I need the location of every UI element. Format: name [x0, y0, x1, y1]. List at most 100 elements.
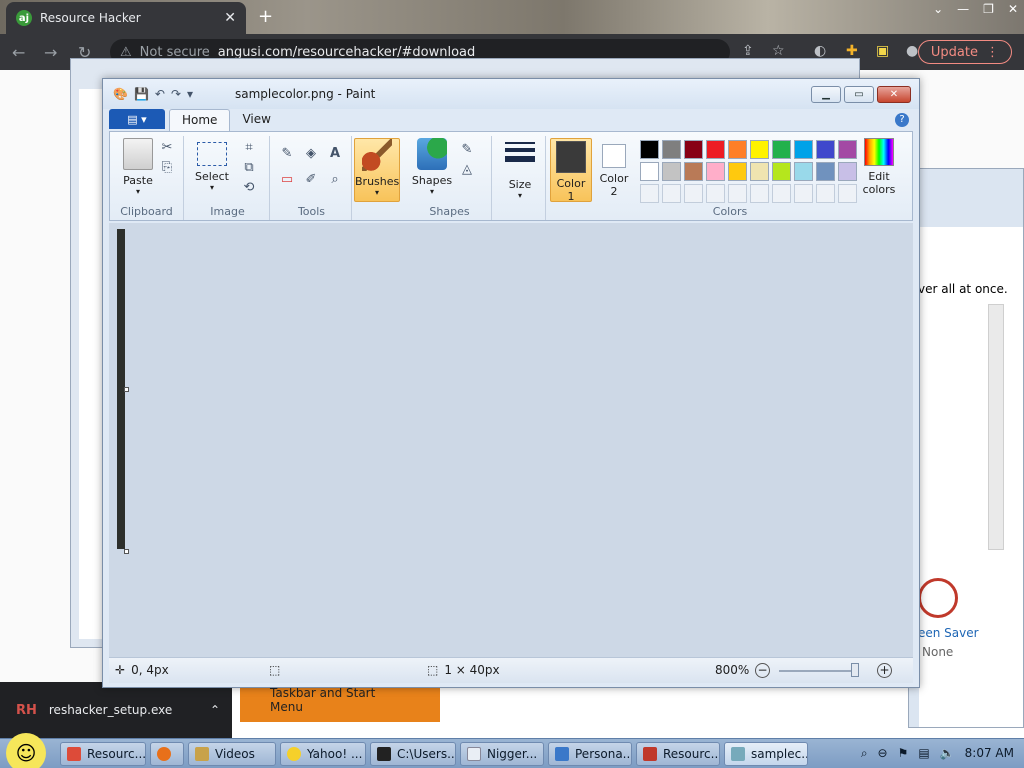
- palette-swatch[interactable]: [816, 162, 835, 181]
- forward-icon[interactable]: →: [44, 43, 57, 62]
- cut-icon[interactable]: ✂: [158, 138, 176, 156]
- select-button[interactable]: Select ▾: [190, 138, 234, 192]
- maximize-button[interactable]: ▭: [844, 86, 874, 103]
- palette-swatch[interactable]: [640, 140, 659, 159]
- clock[interactable]: 8:07 AM: [965, 746, 1014, 761]
- custom-color-slot[interactable]: [816, 184, 835, 203]
- zoom-in-button[interactable]: +: [877, 663, 892, 678]
- palette-swatch[interactable]: [662, 140, 681, 159]
- palette-swatch[interactable]: [684, 162, 703, 181]
- close-tab-icon[interactable]: ✕: [224, 10, 236, 26]
- share-icon[interactable]: ⇪: [742, 43, 754, 59]
- resize-icon[interactable]: ⧉: [240, 158, 258, 176]
- taskbar-item[interactable]: [150, 742, 184, 766]
- paint-menu-button[interactable]: ▤ ▾: [109, 109, 165, 129]
- custom-color-slot[interactable]: [662, 184, 681, 203]
- zoom-out-button[interactable]: −: [755, 663, 770, 678]
- paste-button[interactable]: Paste ▾: [116, 138, 160, 196]
- network-icon[interactable]: ▤: [918, 746, 929, 761]
- magnifier-icon[interactable]: ⌕: [326, 170, 344, 188]
- shapes-button[interactable]: Shapes ▾: [410, 138, 454, 196]
- taskbar-item[interactable]: Resourc...: [636, 742, 720, 766]
- taskbar-item[interactable]: Nigger...: [460, 742, 544, 766]
- restore-icon[interactable]: ❐: [983, 2, 994, 16]
- bookmark-star-icon[interactable]: ☆: [772, 43, 785, 59]
- background-scrollbar[interactable]: [988, 304, 1004, 550]
- palette-swatch[interactable]: [662, 162, 681, 181]
- custom-color-slot[interactable]: [772, 184, 791, 203]
- palette-swatch[interactable]: [728, 162, 747, 181]
- rotate-icon[interactable]: ⟲: [240, 178, 258, 196]
- custom-color-slot[interactable]: [684, 184, 703, 203]
- resize-handle-right[interactable]: [124, 387, 129, 392]
- customize-qat-icon[interactable]: ▾: [187, 87, 193, 101]
- zoom-slider[interactable]: [779, 670, 859, 672]
- palette-swatch[interactable]: [816, 140, 835, 159]
- taskbar-item[interactable]: C:\Users...: [370, 742, 456, 766]
- chevron-up-icon[interactable]: ⌃: [210, 703, 220, 717]
- minimize-button[interactable]: ▁: [811, 86, 841, 103]
- palette-swatch[interactable]: [706, 162, 725, 181]
- screen-saver-link[interactable]: een Saver: [918, 626, 979, 640]
- taskbar-item[interactable]: Resourc...: [60, 742, 146, 766]
- save-icon[interactable]: 💾: [134, 87, 149, 101]
- canvas-area[interactable]: [109, 223, 913, 657]
- tab-home[interactable]: Home: [169, 109, 231, 131]
- undo-icon[interactable]: ↶: [155, 87, 165, 101]
- new-tab-icon[interactable]: +: [258, 6, 273, 27]
- taskbar-item[interactable]: Persona...: [548, 742, 632, 766]
- minus-circle-icon[interactable]: ⊖: [878, 746, 888, 761]
- taskbar-item-active[interactable]: samplec...: [724, 742, 808, 766]
- fill-shape-icon[interactable]: ◬: [458, 160, 476, 178]
- palette-swatch[interactable]: [640, 162, 659, 181]
- minimize-icon[interactable]: —: [957, 2, 969, 16]
- palette-swatch[interactable]: [706, 140, 725, 159]
- help-icon[interactable]: ?: [895, 113, 909, 127]
- custom-color-slot[interactable]: [640, 184, 659, 203]
- color-picker-icon[interactable]: ✐: [302, 170, 320, 188]
- palette-swatch[interactable]: [684, 140, 703, 159]
- outline-icon[interactable]: ✎: [458, 140, 476, 158]
- browser-tab[interactable]: aj Resource Hacker ✕: [6, 2, 246, 34]
- download-filename[interactable]: reshacker_setup.exe: [49, 703, 172, 717]
- brushes-button[interactable]: Brushes ▾: [354, 138, 400, 202]
- redo-icon[interactable]: ↷: [171, 87, 181, 101]
- custom-color-slot[interactable]: [794, 184, 813, 203]
- extension-flag-icon[interactable]: ◐: [814, 43, 826, 59]
- custom-color-slot[interactable]: [750, 184, 769, 203]
- resize-handle-corner[interactable]: [124, 549, 129, 554]
- text-icon[interactable]: A: [326, 144, 344, 162]
- taskbar-start-menu-tile[interactable]: Taskbar and Start Menu: [240, 682, 440, 722]
- palette-swatch[interactable]: [750, 140, 769, 159]
- color1-button[interactable]: Color 1: [550, 138, 592, 203]
- update-button[interactable]: Update ⋮: [917, 40, 1012, 64]
- taskbar-item[interactable]: Videos: [188, 742, 276, 766]
- fill-icon[interactable]: ◈: [302, 144, 320, 162]
- search-icon[interactable]: ⌕: [861, 746, 868, 761]
- palette-swatch[interactable]: [750, 162, 769, 181]
- size-button[interactable]: Size ▾: [498, 138, 542, 200]
- palette-swatch[interactable]: [772, 140, 791, 159]
- paint-app-icon[interactable]: 🎨: [113, 87, 128, 101]
- zoom-slider-thumb[interactable]: [851, 663, 859, 677]
- crop-icon[interactable]: ⌗: [240, 138, 258, 156]
- extensions-puzzle-icon[interactable]: ✚: [846, 43, 858, 59]
- custom-color-slot[interactable]: [728, 184, 747, 203]
- back-icon[interactable]: ←: [12, 43, 25, 62]
- close-icon[interactable]: ✕: [1008, 2, 1018, 16]
- palette-swatch[interactable]: [794, 162, 813, 181]
- taskbar-item[interactable]: Yahoo! ...: [280, 742, 366, 766]
- kebab-menu-icon[interactable]: ⋮: [986, 45, 999, 60]
- volume-icon[interactable]: 🔈: [940, 746, 955, 761]
- color2-button[interactable]: Color 2: [594, 138, 634, 198]
- side-panel-icon[interactable]: ▣: [876, 43, 889, 59]
- palette-swatch[interactable]: [794, 140, 813, 159]
- palette-swatch[interactable]: [772, 162, 791, 181]
- tab-view[interactable]: View: [230, 109, 282, 131]
- action-center-icon[interactable]: ⚑: [898, 746, 909, 761]
- copy-icon[interactable]: ⎘: [158, 158, 176, 176]
- custom-color-slot[interactable]: [706, 184, 725, 203]
- edit-colors-button[interactable]: Edit colors: [854, 138, 904, 196]
- eraser-icon[interactable]: ▭: [278, 170, 296, 188]
- close-button[interactable]: ✕: [877, 86, 911, 103]
